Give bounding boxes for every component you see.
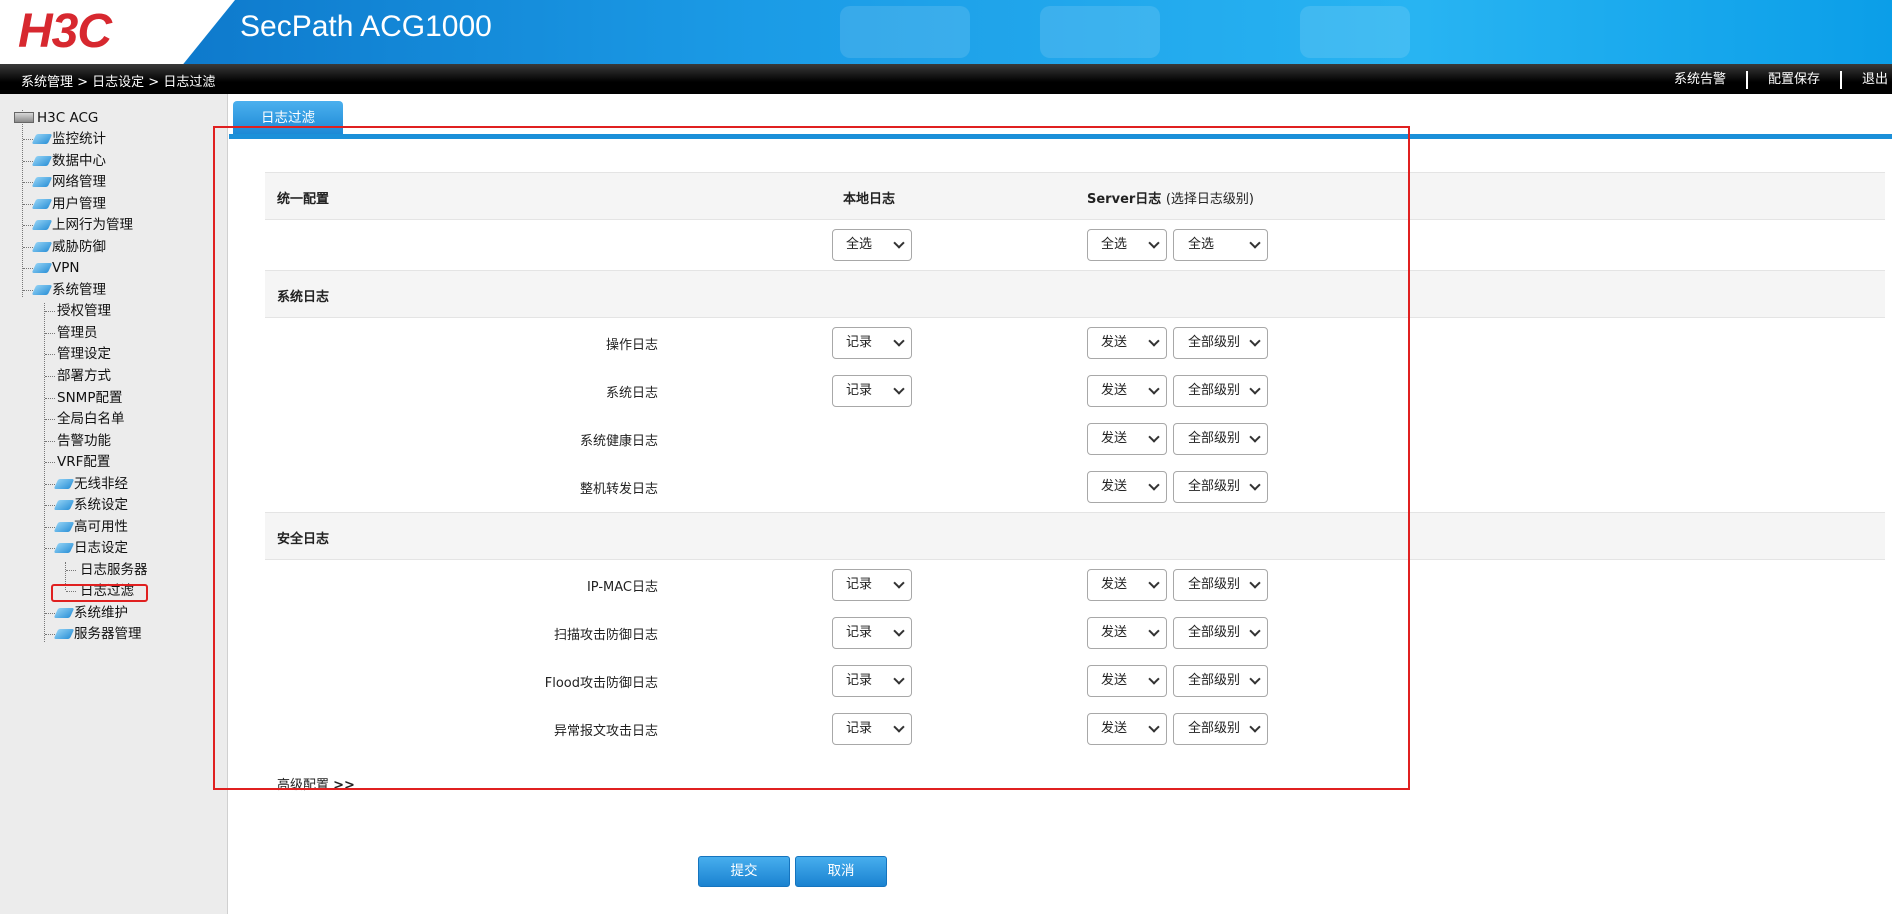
- tree-branch: [45, 333, 55, 334]
- tree-branch: [45, 484, 55, 485]
- folder-icon: [31, 156, 53, 166]
- sidebar-item-log-server[interactable]: 日志服务器: [80, 560, 148, 580]
- folder-icon: [31, 177, 53, 187]
- highlight-frame: [213, 126, 1410, 790]
- submit-button[interactable]: 提交: [698, 856, 790, 887]
- tree-branch: [23, 290, 33, 291]
- folder-icon: [53, 522, 75, 532]
- selected-item-highlight: [51, 584, 148, 602]
- computer-icon: [14, 112, 34, 123]
- breadcrumb: 系统管理 > 日志设定 > 日志过滤: [21, 75, 216, 90]
- sidebar-item-label: 威胁防御: [52, 239, 106, 255]
- sidebar-item-sys-settings[interactable]: 系统设定: [53, 495, 128, 515]
- sidebar-item-maintenance[interactable]: 系统维护: [53, 603, 128, 623]
- tree-branch: [45, 462, 55, 463]
- tree-branch: [23, 225, 33, 226]
- tree-branch: [23, 247, 33, 248]
- sidebar-item-log-settings[interactable]: 日志设定: [53, 538, 128, 558]
- sidebar-item-ha[interactable]: 高可用性: [53, 517, 128, 537]
- h3c-logo: H3C: [18, 5, 112, 58]
- tree-branch: [45, 548, 55, 549]
- folder-icon: [53, 479, 75, 489]
- save-config-link[interactable]: 配置保存: [1748, 71, 1842, 89]
- folder-icon: [53, 500, 75, 510]
- sidebar-item-admin[interactable]: 管理员: [57, 323, 98, 343]
- folder-icon: [53, 608, 75, 618]
- sidebar-item-license[interactable]: 授权管理: [57, 301, 111, 321]
- sidebar-item-label: VPN: [52, 260, 80, 276]
- folder-icon: [31, 285, 53, 295]
- tree-branch: [45, 311, 55, 312]
- folder-icon: [53, 543, 75, 553]
- header-decoration: [1040, 6, 1160, 58]
- sidebar-item-label: 用户管理: [52, 196, 106, 212]
- folder-icon: [31, 134, 53, 144]
- tree-branch: [45, 613, 55, 614]
- folder-icon: [31, 263, 53, 273]
- system-alarm-link[interactable]: 系统告警: [1654, 71, 1748, 89]
- sidebar-item-server-mgmt[interactable]: 服务器管理: [53, 624, 142, 644]
- sidebar-item-deploy-mode[interactable]: 部署方式: [57, 366, 111, 386]
- tree-branch: [23, 268, 33, 269]
- tree-branch: [66, 570, 76, 571]
- top-actions: 系统告警 配置保存 退出: [1654, 71, 1892, 89]
- sidebar-item-label: 系统维护: [74, 605, 128, 621]
- sidebar-item-snmp[interactable]: SNMP配置: [57, 388, 122, 408]
- header-decoration: [840, 6, 970, 58]
- tree-branch: [45, 505, 55, 506]
- tree-branch: [45, 398, 55, 399]
- sidebar-item-label: 上网行为管理: [52, 217, 133, 233]
- tree-root[interactable]: H3C ACG: [14, 108, 98, 128]
- sidebar-item-datacenter[interactable]: 数据中心: [31, 151, 106, 171]
- header-decoration: [1300, 6, 1410, 58]
- sidebar-item-vpn[interactable]: VPN: [31, 258, 80, 278]
- tree-branch: [45, 634, 55, 635]
- tree-branch: [23, 139, 33, 140]
- sidebar-item-monitor[interactable]: 监控统计: [31, 129, 106, 149]
- sidebar-item-mgmt-settings[interactable]: 管理设定: [57, 344, 111, 364]
- cancel-button[interactable]: 取消: [795, 856, 887, 887]
- sidebar-item-users[interactable]: 用户管理: [31, 194, 106, 214]
- sidebar-item-label: 数据中心: [52, 153, 106, 169]
- sidebar-item-label: 系统设定: [74, 497, 128, 513]
- folder-icon: [31, 220, 53, 230]
- tree-branch: [45, 419, 55, 420]
- sidebar-item-label: 高可用性: [74, 519, 128, 535]
- sidebar-item-wireless[interactable]: 无线非经: [53, 474, 128, 494]
- sidebar-item-label: 系统管理: [52, 282, 106, 298]
- tree-branch: [23, 182, 33, 183]
- product-title: SecPath ACG1000: [240, 10, 492, 43]
- app-header: H3C SecPath ACG1000: [0, 0, 1892, 64]
- sidebar-item-vrf[interactable]: VRF配置: [57, 452, 110, 472]
- sidebar-item-whitelist[interactable]: 全局白名单: [57, 409, 125, 429]
- logout-link[interactable]: 退出: [1842, 71, 1892, 89]
- folder-icon: [53, 629, 75, 639]
- tree-branch: [45, 354, 55, 355]
- sidebar-item-label: 日志设定: [74, 540, 128, 556]
- tree-root-label: H3C ACG: [37, 110, 99, 126]
- sidebar-item-label: 网络管理: [52, 174, 106, 190]
- sidebar-item-label: 无线非经: [74, 476, 128, 492]
- sidebar-item-behavior[interactable]: 上网行为管理: [31, 215, 133, 235]
- tree-branch: [45, 527, 55, 528]
- top-bar: 系统管理 > 日志设定 > 日志过滤 系统告警 配置保存 退出: [0, 64, 1892, 94]
- sidebar-item-threat[interactable]: 威胁防御: [31, 237, 106, 257]
- sidebar-item-system[interactable]: 系统管理: [31, 280, 106, 300]
- tree-branch: [45, 376, 55, 377]
- folder-icon: [31, 199, 53, 209]
- sidebar-item-alarm[interactable]: 告警功能: [57, 431, 111, 451]
- sidebar-item-label: 服务器管理: [74, 626, 142, 642]
- tree-branch: [45, 441, 55, 442]
- folder-icon: [31, 242, 53, 252]
- tree-branch: [23, 161, 33, 162]
- sidebar-item-network[interactable]: 网络管理: [31, 172, 106, 192]
- tree-branch: [23, 204, 33, 205]
- sidebar: H3C ACG 监控统计 数据中心 网络管理 用户管理 上网行为管理 威胁防御 …: [0, 94, 228, 914]
- sidebar-item-label: 监控统计: [52, 131, 106, 147]
